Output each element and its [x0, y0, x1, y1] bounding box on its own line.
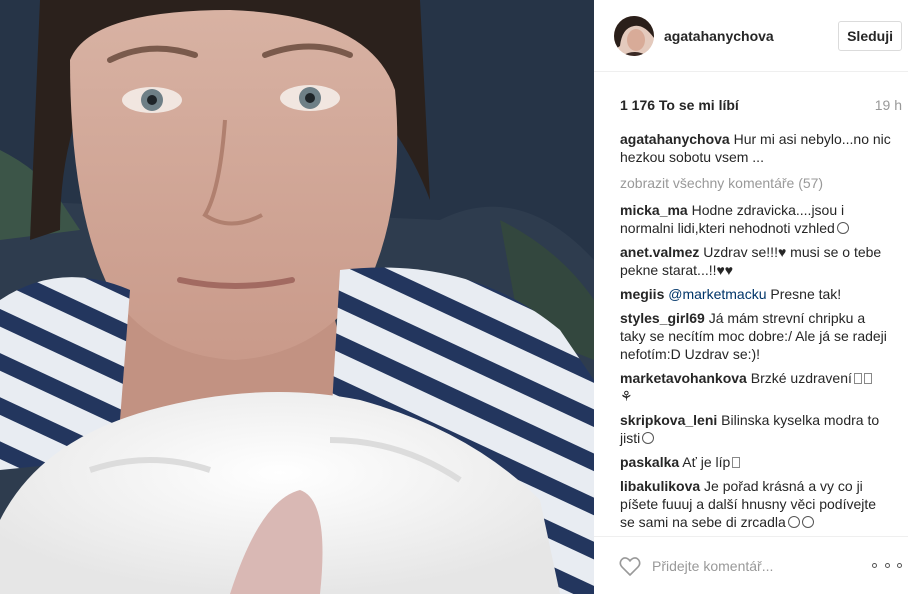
comment-username[interactable]: anet.valmez: [620, 244, 699, 260]
author-avatar[interactable]: [614, 15, 654, 56]
unsupported-emoji-icon: [732, 457, 741, 468]
more-options-icon[interactable]: [872, 556, 902, 576]
comment-footer: [594, 536, 908, 594]
comment-mention-link[interactable]: @marketmacku: [668, 286, 766, 302]
comment-item: styles_girl69 Já mám strevní chripku a t…: [620, 309, 894, 363]
comment-item: anet.valmez Uzdrav se!!!♥ musi se o tebe…: [620, 243, 894, 279]
comment-username[interactable]: skripkova_leni: [620, 412, 717, 428]
comment-username[interactable]: megiis: [620, 286, 664, 302]
avatar-image: [614, 15, 654, 56]
comment-item: libakulikova Je pořad krásná a vy co ji …: [620, 477, 894, 531]
comment-username[interactable]: micka_ma: [620, 202, 688, 218]
dot: [897, 563, 902, 568]
caption-username[interactable]: agatahanychova: [620, 131, 730, 147]
smiley-emoji-icon: [801, 516, 814, 528]
caption: agatahanychova Hur mi asi nebylo...no ni…: [620, 130, 894, 166]
unsupported-emoji-icon: [853, 373, 862, 384]
comment-item: skripkova_leni Bilinska kyselka modra to…: [620, 411, 894, 447]
post-photo[interactable]: [0, 0, 594, 594]
comment-text: Brzké uzdravení: [750, 370, 852, 386]
heart-outline-icon[interactable]: [618, 554, 642, 578]
instagram-post: agatahanychova Sleduji 1 176 To se mi lí…: [0, 0, 908, 594]
comment-username[interactable]: libakulikova: [620, 478, 700, 494]
post-side-panel: agatahanychova Sleduji 1 176 To se mi lí…: [594, 0, 908, 594]
comment-item: micka_ma Hodne zdravicka....jsou i norma…: [620, 201, 894, 237]
comment-item: paskalka Ať je líp: [620, 453, 894, 471]
author-username[interactable]: agatahanychova: [664, 28, 838, 44]
selfie-image: [0, 0, 594, 594]
comment-username[interactable]: paskalka: [620, 454, 679, 470]
flower-emoji-icon: ⚘: [620, 388, 633, 404]
smiley-emoji-icon: [836, 222, 849, 234]
comment-username[interactable]: styles_girl69: [620, 310, 705, 326]
dot: [884, 563, 890, 568]
comment-text: Presne tak!: [770, 286, 842, 302]
post-header: agatahanychova Sleduji: [594, 0, 908, 72]
comment-item: megiis @marketmacku Presne tak!: [620, 285, 894, 303]
dot: [872, 563, 877, 568]
smiley-emoji-icon: [787, 516, 800, 528]
comment-text: Ať je líp: [682, 454, 731, 470]
likes-count[interactable]: 1 176 To se mi líbí: [620, 97, 739, 113]
comment-username[interactable]: marketavohankova: [620, 370, 747, 386]
add-comment-input[interactable]: [652, 557, 872, 574]
smiley-emoji-icon: [642, 432, 655, 444]
show-all-comments-link[interactable]: zobrazit všechny komentáře (57): [620, 174, 894, 192]
comments-list[interactable]: agatahanychova Hur mi asi nebylo...no ni…: [594, 116, 908, 536]
comment-item: marketavohankova Brzké uzdravení ⚘: [620, 369, 894, 405]
follow-button[interactable]: Sleduji: [838, 20, 902, 51]
unsupported-emoji-icon: [863, 373, 872, 384]
likes-row: 1 176 To se mi líbí 19 h: [594, 72, 908, 116]
post-time[interactable]: 19 h: [875, 97, 902, 113]
